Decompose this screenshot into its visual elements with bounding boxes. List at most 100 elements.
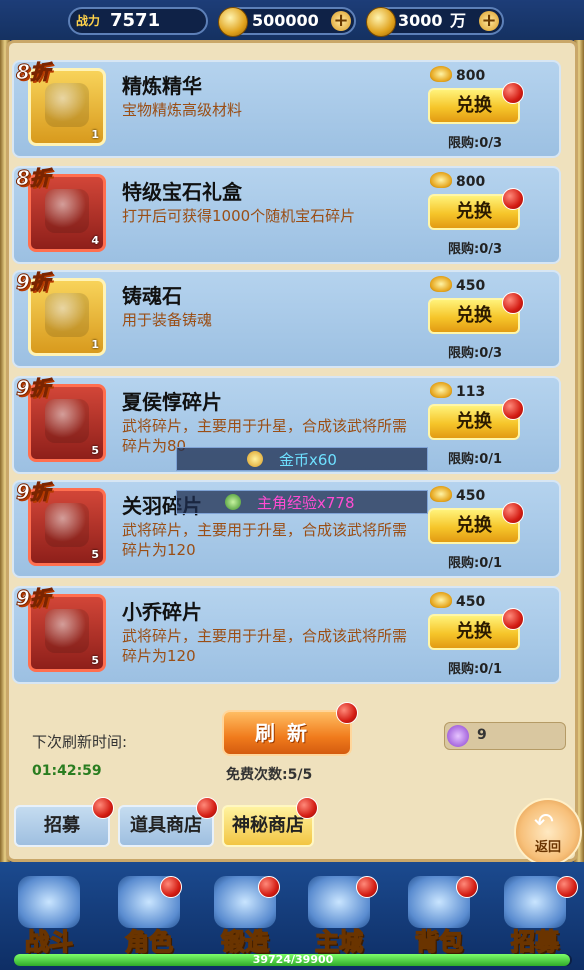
discount-badge: 9折 (16, 376, 51, 401)
purchase-limit: 限购:0/3 (448, 242, 503, 257)
power-label: 战力 (76, 14, 101, 28)
notification-dot (356, 876, 378, 898)
item-name: 夏侯惇碎片 (122, 390, 222, 414)
notification-dot (456, 876, 478, 898)
notification-dot (502, 502, 524, 524)
notification-dot (336, 702, 358, 724)
item-description: 武将碎片，主要用于升星，合成该武将所需碎片为120 (122, 627, 408, 665)
notification-dot (502, 292, 524, 314)
shop-item-row: 4 8折 特级宝石礼盒 打开后可获得1000个随机宝石碎片 800 兑换 限购:0/3 (12, 166, 561, 264)
coin-display: 3000 万 + (366, 7, 504, 37)
exp-bar: 39724/39900 (14, 953, 572, 966)
ingot-icon (430, 592, 452, 608)
item-description: 武将碎片，主要用于升星，合成该武将所需碎片为120 (122, 521, 408, 559)
item-price: 450 (430, 486, 486, 504)
purchase-limit: 限购:0/1 (448, 556, 503, 571)
add-ingot-button[interactable]: + (331, 11, 351, 31)
hero-portrait-icon (45, 503, 89, 547)
reward-toast: 主角经验x778 (176, 490, 428, 514)
shop-item-row: 1 8折 精炼精华 宝物精炼高级材料 800 兑换 限购:0/3 (12, 60, 561, 158)
power-display: 战力 7571 (68, 7, 208, 35)
item-count: 5 (91, 444, 99, 457)
notification-dot (502, 82, 524, 104)
back-arrow-icon: ↶ (534, 808, 555, 836)
battle-icon (18, 876, 80, 928)
soul-stone-icon (45, 293, 89, 337)
notification-dot (502, 608, 524, 630)
nav-battle[interactable]: 战斗 (4, 872, 94, 958)
ingot-icon (430, 66, 452, 82)
ingot-icon (430, 172, 452, 188)
hero-portrait-icon (45, 399, 89, 443)
ingot-icon (430, 382, 452, 398)
discount-badge: 9折 (16, 270, 51, 295)
toast-text: 金币x60 (279, 451, 337, 469)
toast-text: 主角经验x778 (257, 494, 355, 512)
coin-value: 3000 (398, 11, 443, 30)
shop-item-row: 5 9折 小乔碎片 武将碎片，主要用于升星，合成该武将所需碎片为120 450 兑换 限购:… (12, 586, 561, 684)
item-count: 4 (91, 234, 99, 247)
nav-label: 锻造 (220, 927, 270, 957)
price-value: 450 (456, 278, 486, 294)
item-price: 113 (430, 382, 485, 400)
power-value: 7571 (110, 10, 161, 31)
resource-bar: 战力 7571 500000 + 3000 万 + (0, 0, 584, 44)
notification-dot (196, 797, 218, 819)
notification-dot (258, 876, 280, 898)
ruby-brooch-icon (45, 83, 89, 127)
item-price: 800 (430, 66, 486, 84)
gold-coin-icon (366, 7, 396, 37)
ingot-icon (430, 486, 452, 502)
purchase-limit: 限购:0/3 (448, 346, 503, 361)
price-value: 450 (456, 488, 486, 504)
purchase-limit: 限购:0/1 (448, 452, 503, 467)
purchase-limit: 限购:0/1 (448, 662, 503, 677)
discount-badge: 8折 (16, 60, 51, 85)
refresh-token-display: 9 (444, 722, 566, 750)
refresh-button[interactable]: 刷新 (222, 710, 352, 756)
item-name: 精炼精华 (122, 74, 202, 98)
notification-dot (502, 398, 524, 420)
notification-dot (502, 188, 524, 210)
item-price: 450 (430, 276, 486, 294)
notification-dot (160, 876, 182, 898)
item-count: 5 (91, 654, 99, 667)
hero-portrait-icon (45, 609, 89, 653)
exp-text: 39724/39900 (252, 953, 334, 966)
ingot-icon (218, 7, 248, 37)
item-count: 1 (91, 338, 99, 351)
exp-badge-icon (225, 494, 241, 510)
price-value: 450 (456, 594, 486, 610)
notification-dot (92, 797, 114, 819)
item-name: 特级宝石礼盒 (122, 180, 242, 204)
item-description: 宝物精炼高级材料 (122, 101, 243, 119)
purchase-limit: 限购:0/3 (448, 136, 503, 151)
nav-label: 背包 (414, 927, 464, 957)
notification-dot (556, 876, 578, 898)
nav-label: 战斗 (24, 927, 74, 957)
free-refresh-count: 免费次数:5/5 (226, 767, 313, 783)
item-name: 小乔碎片 (122, 600, 202, 624)
notification-dot (296, 797, 318, 819)
refresh-token-value: 9 (477, 727, 487, 743)
item-count: 1 (91, 128, 99, 141)
item-price: 450 (430, 592, 486, 610)
treasure-chest-icon (45, 189, 89, 233)
refresh-token-icon (447, 725, 469, 747)
item-count: 5 (91, 548, 99, 561)
gold-coin-icon (247, 451, 263, 467)
discount-badge: 9折 (16, 480, 51, 505)
item-description: 用于装备铸魂 (122, 311, 213, 329)
coin-unit: 万 (450, 11, 467, 30)
ingot-icon (430, 276, 452, 292)
refresh-timer: 01:42:59 (32, 763, 102, 779)
price-value: 800 (456, 174, 486, 190)
ingot-value: 500000 (252, 11, 319, 30)
price-value: 800 (456, 68, 486, 84)
back-button[interactable]: ↶ 返回 (514, 798, 582, 866)
item-price: 800 (430, 172, 486, 190)
nav-label: 角色 (124, 927, 174, 957)
item-name: 铸魂石 (122, 284, 182, 308)
add-coin-button[interactable]: + (479, 11, 499, 31)
item-description: 打开后可获得1000个随机宝石碎片 (122, 207, 356, 225)
